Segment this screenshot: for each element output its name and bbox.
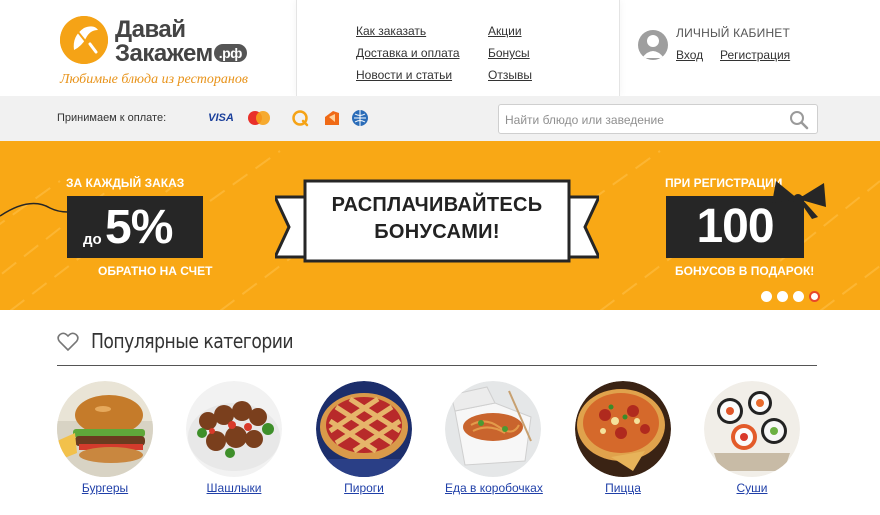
yandex-money-icon	[322, 109, 342, 127]
category-burgers[interactable]: Бургеры	[57, 381, 153, 495]
slider-dot-1[interactable]	[761, 291, 772, 302]
user-avatar-icon	[638, 30, 668, 60]
search-input[interactable]	[505, 111, 785, 129]
logo-tld: .рф	[213, 44, 247, 62]
sushi-image[interactable]	[704, 381, 800, 477]
nav-link-promos[interactable]: Акции	[488, 24, 522, 38]
category-label[interactable]: Суши	[704, 481, 800, 495]
search-icon[interactable]	[789, 110, 809, 130]
slider-dot-4[interactable]	[809, 291, 820, 302]
category-box-food[interactable]: Еда в коробочках	[445, 381, 543, 495]
shashlik-image[interactable]	[186, 381, 282, 477]
box-food-image[interactable]	[445, 381, 541, 477]
login-link[interactable]: Вход	[676, 48, 703, 62]
slider-dot-3[interactable]	[793, 291, 804, 302]
promo-banner[interactable]: ЗА КАЖДЫЙ ЗАКАЗ до 5% ОБРАТНО НА СЧЕТ РА…	[0, 141, 880, 310]
nav-link-reviews[interactable]: Отзывы	[488, 68, 532, 82]
banner-right-caption: ПРИ РЕГИСТРАЦИИ	[665, 176, 783, 190]
visa-icon: VISA	[208, 112, 234, 124]
category-shashlik[interactable]: Шашлыки	[186, 381, 282, 495]
banner-headline: РАСПЛАЧИВАЙТЕСЬ БОНУСАМИ!	[307, 192, 567, 246]
pizza-image[interactable]	[575, 381, 671, 477]
categories-header: Популярные категории	[57, 326, 817, 366]
categories-list: Бургеры Шашлыки Пироги Еда в коробочках …	[57, 381, 817, 501]
fork-knife-icon	[60, 16, 108, 64]
categories-title: Популярные категории	[91, 329, 294, 353]
slider-dot-2[interactable]	[777, 291, 788, 302]
webmoney-icon	[350, 109, 370, 127]
nav-link-bonuses[interactable]: Бонусы	[488, 46, 530, 60]
banner-right-subcaption: БОНУСОВ В ПОДАРОК!	[675, 264, 815, 278]
main-nav: Как заказать Доставка и оплата Новости и…	[296, 0, 620, 96]
category-sushi[interactable]: Суши	[704, 381, 800, 495]
register-link[interactable]: Регистрация	[720, 48, 790, 62]
logo-slogan: Любимые блюда из ресторанов	[60, 72, 248, 87]
slider-dots	[761, 291, 820, 302]
category-label[interactable]: Бургеры	[57, 481, 153, 495]
gift-bow-icon	[772, 181, 826, 221]
nav-link-delivery[interactable]: Доставка и оплата	[356, 46, 460, 60]
banner-headline-line-2: БОНУСАМИ!	[374, 221, 500, 243]
burger-image[interactable]	[57, 381, 153, 477]
category-label[interactable]: Пироги	[316, 481, 412, 495]
mastercard-icon	[246, 109, 272, 127]
nav-link-how-to-order[interactable]: Как заказать	[356, 24, 426, 38]
logo-word: Закажем	[115, 40, 213, 67]
category-label[interactable]: Пицца	[575, 481, 671, 495]
search-box	[498, 104, 818, 134]
category-pies[interactable]: Пироги	[316, 381, 412, 495]
logo-line-1: Давай	[115, 16, 186, 43]
banner-left-subcaption: ОБРАТНО НА СЧЕТ	[98, 264, 213, 278]
account-title: Личный кабинет	[676, 26, 791, 40]
category-label[interactable]: Еда в коробочках	[445, 481, 543, 495]
category-label[interactable]: Шашлыки	[186, 481, 282, 495]
category-pizza[interactable]: Пицца	[575, 381, 671, 495]
heart-icon	[57, 332, 79, 352]
nav-link-news[interactable]: Новости и статьи	[356, 68, 452, 82]
banner-left-prefix: до	[83, 231, 102, 248]
site-logo[interactable]: Давай Закажем .рф Любимые блюда из рестор…	[60, 14, 260, 92]
site-header: Давай Закажем .рф Любимые блюда из рестор…	[0, 0, 880, 96]
logo-line-2: Закажем .рф	[115, 42, 247, 66]
pie-image[interactable]	[316, 381, 412, 477]
banner-left-badge: до 5%	[67, 196, 203, 258]
banner-left-value: 5%	[105, 201, 173, 254]
banner-headline-line-1: РАСПЛАЧИВАЙТЕСЬ	[331, 194, 543, 216]
qiwi-icon	[290, 109, 310, 127]
payment-label: Принимаем к оплате:	[57, 112, 167, 124]
banner-left-caption: ЗА КАЖДЫЙ ЗАКАЗ	[66, 176, 185, 190]
